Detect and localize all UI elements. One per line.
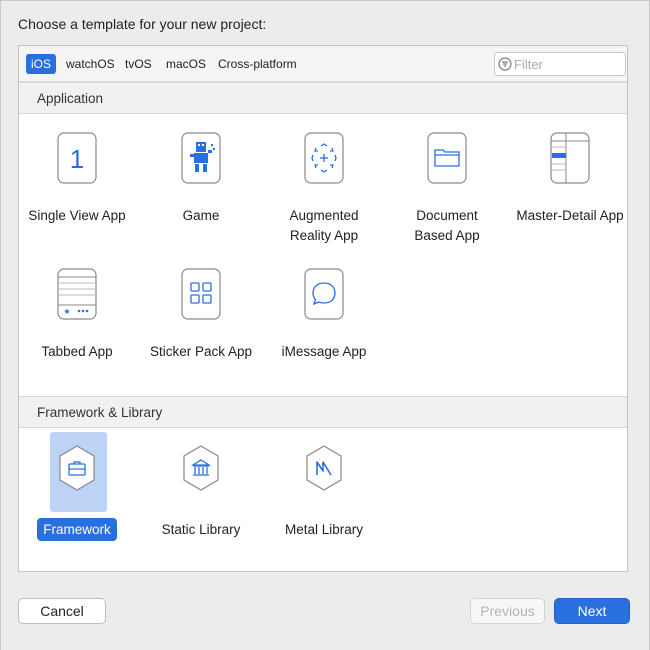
previous-button[interactable]: Previous (470, 598, 545, 624)
filter-field[interactable] (494, 52, 626, 76)
section-header-application: Application (19, 82, 627, 114)
single-view-app-icon: 1 (57, 132, 97, 184)
dialog-prompt: Choose a template for your new project: (18, 16, 267, 32)
augmented-reality-icon (304, 132, 344, 184)
tabbed-app-icon: ★ (57, 268, 97, 320)
window-left-border (0, 0, 1, 650)
tab-watchos[interactable]: watchOS (61, 54, 120, 74)
metal-library-icon (304, 444, 344, 496)
tab-cross-platform[interactable]: Cross-platform (213, 54, 302, 74)
template-label: Framework (19, 518, 142, 541)
tab-tvos[interactable]: tvOS (120, 54, 157, 74)
game-icon (181, 132, 221, 184)
document-icon (427, 132, 467, 184)
framework-icon (57, 444, 97, 496)
template-label: Game (182, 208, 220, 223)
platform-toolbar: iOS watchOS tvOS macOS Cross-platform (19, 46, 627, 82)
svg-text:1: 1 (70, 144, 84, 174)
window-top-border (0, 0, 650, 1)
template-label: iMessage App (281, 344, 367, 359)
filter-input[interactable] (514, 55, 622, 73)
template-label: Master-Detail App (516, 208, 624, 223)
next-button[interactable]: Next (554, 598, 630, 624)
master-detail-icon (550, 132, 590, 184)
sticker-pack-icon (181, 268, 221, 320)
template-label: Document Based App (414, 208, 480, 243)
template-label: Augmented Reality App (289, 208, 359, 243)
cancel-button[interactable]: Cancel (18, 598, 106, 624)
template-label: Single View App (28, 208, 126, 223)
template-label: Static Library (161, 522, 241, 537)
template-label-text: Framework (37, 518, 117, 541)
template-label: Tabbed App (41, 344, 113, 359)
static-library-icon (181, 444, 221, 496)
tab-macos[interactable]: macOS (161, 54, 211, 74)
imessage-icon (304, 268, 344, 320)
template-panel: iOS watchOS tvOS macOS Cross-platform Ap… (18, 45, 628, 572)
template-label: Sticker Pack App (149, 344, 253, 359)
tab-ios[interactable]: iOS (26, 54, 57, 74)
svg-text:★: ★ (63, 307, 70, 316)
template-label: Metal Library (284, 522, 364, 537)
section-header-framework-library: Framework & Library (19, 396, 627, 428)
filter-icon (498, 57, 512, 71)
